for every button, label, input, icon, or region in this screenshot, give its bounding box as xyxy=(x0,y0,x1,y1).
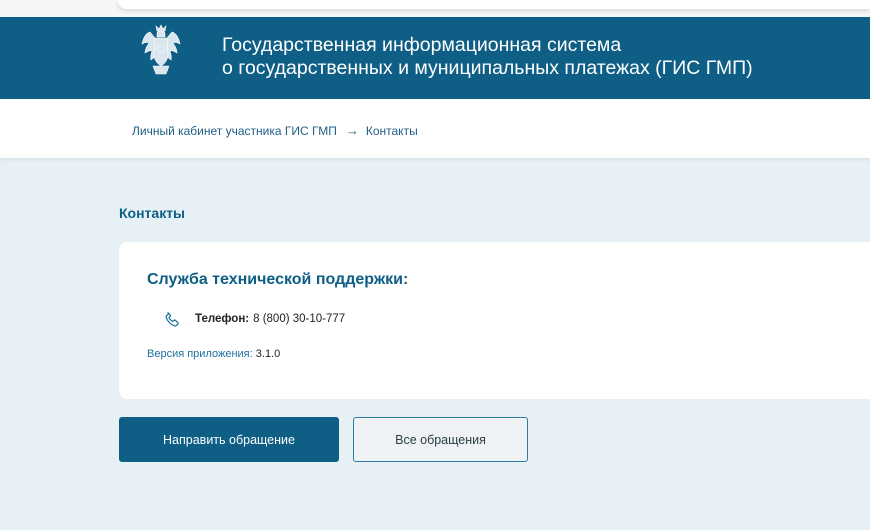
support-card: Служба технической поддержки: Телефон: 8… xyxy=(119,242,870,399)
phone-label: Телефон: xyxy=(195,313,250,325)
main-content: Контакты Служба технической поддержки: Т… xyxy=(0,158,870,530)
submit-request-button[interactable]: Направить обращение xyxy=(119,417,339,462)
all-requests-button[interactable]: Все обращения xyxy=(353,417,528,462)
breadcrumb: Личный кабинет участника ГИС ГМП → Контакт… xyxy=(132,123,418,138)
phone-row: Телефон: 8 (800) 30-10-777 xyxy=(163,309,345,329)
site-title-line2: о государственных и муниципальных платеж… xyxy=(222,57,753,79)
breadcrumb-arrow-icon: → xyxy=(345,123,359,138)
site-title-line1: Государственная информационная система xyxy=(222,34,622,56)
top-strip xyxy=(0,0,870,17)
phone-icon xyxy=(165,312,179,327)
breadcrumb-link-cabinet[interactable]: Личный кабинет участника ГИС ГМП xyxy=(132,124,337,138)
coat-of-arms-icon xyxy=(141,24,181,75)
version-row: Версия приложения: 3.1.0 xyxy=(147,348,280,360)
support-title: Служба технической поддержки: xyxy=(147,271,409,288)
breadcrumb-current: Контакты xyxy=(365,124,418,138)
version-label: Версия приложения: xyxy=(147,348,253,360)
search-bar-edge[interactable] xyxy=(118,0,870,9)
site-title: Государственная информационная система о… xyxy=(222,34,753,80)
site-header: Государственная информационная система о… xyxy=(0,17,870,99)
version-value: 3.1.0 xyxy=(255,348,281,360)
phone-value: 8 (800) 30-10-777 xyxy=(253,313,346,325)
page-title: Контакты xyxy=(119,205,186,221)
